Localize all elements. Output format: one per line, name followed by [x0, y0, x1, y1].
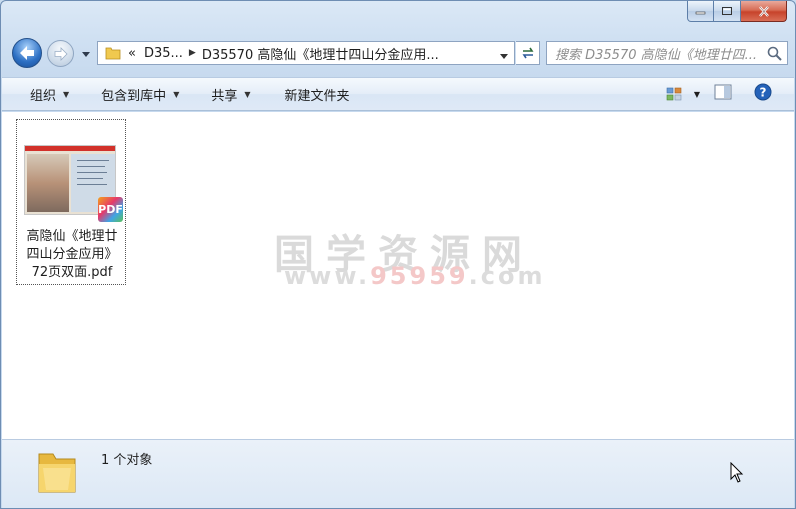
pdf-icon: PDF: [98, 197, 123, 222]
close-icon: [758, 5, 769, 17]
file-name[interactable]: 高隐仙《地理廿 四山分金应用》 72页双面.pdf: [17, 228, 127, 282]
include-in-library-label: 包含到库中: [101, 88, 167, 104]
folder-icon: [38, 453, 76, 493]
file-name-line: 四山分金应用》: [26, 247, 118, 262]
breadcrumb-current[interactable]: D35570 高隐仙《地理廿四山分金应用...: [202, 44, 439, 63]
share-menu[interactable]: 共享 ▼: [205, 82, 256, 106]
arrow-left-icon: [20, 46, 34, 60]
thumbnail-text-line: [77, 160, 109, 161]
organize-label: 组织: [30, 88, 57, 104]
minimize-button[interactable]: [687, 1, 714, 22]
file-item[interactable]: PDF 高隐仙《地理廿 四山分金应用》 72页双面.pdf: [16, 119, 126, 285]
file-list-area[interactable]: PDF 高隐仙《地理廿 四山分金应用》 72页双面.pdf 国学资源网 www.…: [2, 112, 794, 439]
breadcrumb-separator-icon[interactable]: ▶: [189, 48, 196, 58]
item-count: 1 个对象: [101, 453, 153, 468]
file-name-line: 高隐仙《地理廿: [26, 229, 118, 244]
thumbnail-header-bar: [25, 146, 115, 151]
folder-icon: [105, 47, 121, 60]
explorer-window: « D35... ▶ D35570 高隐仙《地理廿四山分金应用... 搜索 D3…: [0, 0, 796, 509]
chevron-down-icon: [82, 51, 90, 57]
chevron-down-icon: ▼: [244, 89, 251, 99]
thumbnail-text-line: [77, 184, 107, 185]
new-folder-label: 新建文件夹: [284, 88, 350, 104]
forward-button[interactable]: [47, 40, 74, 67]
watermark-url-prefix: www.: [284, 262, 371, 290]
include-in-library-menu[interactable]: 包含到库中 ▼: [95, 82, 185, 106]
preview-pane-button[interactable]: [714, 84, 732, 104]
view-options-icon: [666, 87, 682, 101]
svg-text:?: ?: [760, 86, 767, 100]
details-pane: 1 个对象: [2, 439, 794, 508]
organize-menu[interactable]: 组织 ▼: [24, 82, 75, 106]
breadcrumb-item[interactable]: D35...: [144, 46, 183, 61]
close-button[interactable]: [741, 1, 787, 22]
watermark-url-accent: 95959: [370, 262, 469, 290]
pdf-badge-label: PDF: [98, 203, 123, 216]
change-view-button[interactable]: ▼: [666, 86, 700, 102]
help-button[interactable]: ?: [754, 83, 772, 105]
breadcrumb-overflow[interactable]: «: [128, 46, 136, 61]
search-input[interactable]: 搜索 D35570 高隐仙《地理廿四...: [546, 41, 788, 65]
chevron-down-icon: [500, 54, 508, 59]
address-history-dropdown[interactable]: [500, 48, 508, 63]
maximize-icon: [722, 7, 732, 15]
chevron-down-icon: ▼: [173, 89, 180, 99]
caption-buttons: [687, 1, 787, 22]
maximize-button[interactable]: [714, 1, 741, 22]
share-label: 共享: [211, 88, 238, 104]
arrow-right-icon: [54, 46, 68, 61]
help-icon: ?: [754, 83, 772, 101]
search-icon[interactable]: [767, 46, 782, 61]
command-toolbar: 组织 ▼ 包含到库中 ▼ 共享 ▼ 新建文件夹 ▼ ?: [2, 77, 794, 111]
minimize-icon: [695, 11, 706, 14]
mouse-cursor-icon: [730, 462, 744, 483]
thumbnail-left-page: [27, 154, 69, 212]
search-placeholder: 搜索 D35570 高隐仙《地理廿四...: [555, 47, 758, 63]
thumbnail-text-line: [77, 166, 105, 167]
thumbnail-text-line: [77, 178, 103, 179]
watermark-url-suffix: .com: [468, 262, 546, 290]
navigation-bar: « D35... ▶ D35570 高隐仙《地理廿四山分金应用... 搜索 D3…: [9, 37, 791, 69]
back-button[interactable]: [12, 38, 42, 68]
watermark-url: www.95959.com: [284, 262, 545, 290]
new-folder-button[interactable]: 新建文件夹: [279, 82, 356, 106]
refresh-button[interactable]: [516, 41, 540, 65]
toolbar-right: ▼ ?: [666, 78, 794, 110]
recent-pages-dropdown[interactable]: [81, 49, 91, 59]
thumbnail-text-line: [77, 172, 107, 173]
refresh-icon: [522, 47, 533, 59]
chevron-down-icon[interactable]: ▼: [694, 90, 700, 99]
chevron-down-icon: ▼: [63, 89, 70, 99]
preview-pane-icon: [714, 84, 732, 100]
file-name-line: 72页双面.pdf: [31, 265, 113, 280]
address-bar[interactable]: « D35... ▶ D35570 高隐仙《地理廿四山分金应用...: [97, 41, 515, 65]
